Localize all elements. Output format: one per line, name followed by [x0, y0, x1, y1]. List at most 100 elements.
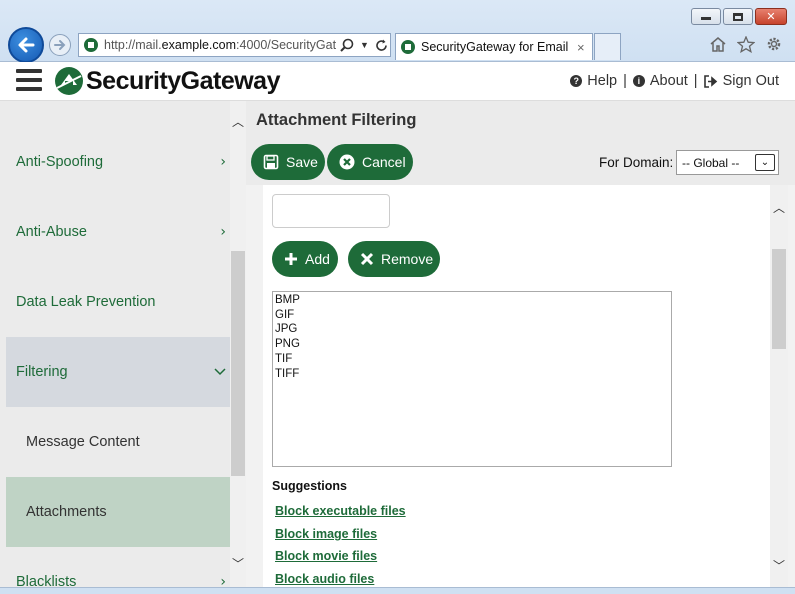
sidebar-item-label: Anti-Spoofing — [16, 154, 104, 170]
remove-x-icon — [360, 251, 374, 267]
sidebar-item-anti-spoofing[interactable]: Anti-Spoofing › — [6, 127, 230, 197]
sidebar-item-label: Message Content — [26, 434, 140, 450]
close-icon: ✕ — [766, 10, 776, 23]
url-text[interactable]: http://mail.example.com:4000/SecurityGat… — [104, 38, 336, 52]
scroll-down-icon[interactable]: ﹀ — [770, 557, 788, 574]
main-panel: Attachment Filtering Save Cancel For Dom… — [246, 101, 795, 587]
sign-out-icon — [703, 74, 717, 88]
add-button[interactable]: Add — [272, 241, 338, 277]
window-bottom-border — [0, 587, 795, 594]
sign-out-link[interactable]: Sign Out — [703, 73, 779, 89]
security-gateway-logo-icon — [55, 67, 83, 95]
list-item[interactable]: TIF — [275, 352, 669, 367]
home-icon[interactable] — [709, 36, 727, 53]
app-header: SecurityGateway ? Help | i About | Sign Ou… — [0, 62, 795, 101]
gear-icon[interactable] — [765, 35, 783, 53]
minimize-button[interactable] — [691, 8, 721, 25]
brand-name: SecurityGateway — [86, 66, 281, 95]
list-item[interactable]: GIF — [275, 308, 669, 323]
content-area: Add Remove BMP GIF JPG PNG TIF TIFF Sugg… — [246, 185, 795, 587]
scroll-down-icon[interactable]: ﹀ — [230, 555, 246, 572]
sign-out-label: Sign Out — [722, 73, 779, 89]
about-label: About — [649, 73, 688, 89]
forward-button[interactable] — [49, 34, 71, 56]
list-item[interactable]: JPG — [275, 322, 669, 337]
sidebar: Anti-Spoofing › Anti-Abuse › Data Leak P… — [0, 101, 246, 587]
scroll-up-icon[interactable]: ︿ — [770, 199, 788, 216]
list-item[interactable]: PNG — [275, 337, 669, 352]
minimize-icon — [701, 17, 711, 20]
browser-chrome: ✕ http://mail.example.com:4000/SecurityG… — [0, 0, 795, 63]
help-link[interactable]: ? Help — [570, 73, 617, 89]
domain-select-value: -- Global -- — [682, 155, 740, 170]
suggestion-image-link[interactable]: Block image files — [275, 527, 377, 541]
header-separator: | — [623, 73, 627, 89]
menu-toggle-icon[interactable] — [16, 69, 42, 91]
attachment-form: Add Remove BMP GIF JPG PNG TIF TIFF Sugg… — [263, 185, 770, 587]
sidebar-item-message-content[interactable]: Message Content — [6, 407, 230, 477]
save-button[interactable]: Save — [251, 144, 325, 180]
back-button[interactable] — [8, 27, 44, 63]
page-title: Attachment Filtering — [256, 111, 417, 129]
save-label: Save — [286, 154, 318, 170]
chevron-right-icon: › — [220, 154, 226, 170]
sidebar-item-anti-abuse[interactable]: Anti-Abuse › — [6, 197, 230, 267]
search-icon[interactable] — [340, 38, 354, 52]
header-separator: | — [693, 73, 698, 89]
domain-label: For Domain: — [599, 155, 674, 170]
plus-icon — [284, 251, 298, 267]
tab-title: SecurityGateway for Email ... — [421, 40, 571, 54]
content-scroll-thumb[interactable] — [772, 249, 786, 349]
sidebar-item-blacklists[interactable]: Blacklists › — [6, 547, 230, 587]
suggestion-audio-link[interactable]: Block audio files — [275, 572, 374, 586]
cancel-label: Cancel — [362, 154, 406, 170]
extension-input[interactable] — [272, 194, 390, 228]
chevron-down-icon: ⌄ — [755, 154, 775, 171]
remove-button[interactable]: Remove — [348, 241, 440, 277]
address-bar[interactable]: http://mail.example.com:4000/SecurityGat… — [78, 33, 391, 57]
back-arrow-icon — [18, 37, 35, 53]
chevron-down-icon — [214, 368, 226, 376]
star-icon[interactable] — [737, 35, 755, 53]
url-prefix: http://mail. — [104, 38, 162, 52]
dropdown-arrow-icon[interactable]: ▼ — [360, 40, 369, 50]
chevron-right-icon: › — [220, 224, 226, 240]
maximize-button[interactable] — [723, 8, 753, 25]
list-item[interactable]: BMP — [275, 293, 669, 308]
sidebar-item-label: Anti-Abuse — [16, 224, 87, 240]
extensions-listbox[interactable]: BMP GIF JPG PNG TIF TIFF — [272, 291, 672, 467]
header-links: ? Help | i About | Sign Out — [570, 73, 779, 89]
scroll-up-icon[interactable]: ︿ — [230, 113, 246, 130]
cancel-button[interactable]: Cancel — [327, 144, 413, 180]
about-link[interactable]: i About — [632, 73, 688, 89]
sidebar-item-data-leak-prevention[interactable]: Data Leak Prevention — [6, 267, 230, 337]
chevron-right-icon: › — [220, 574, 226, 587]
cancel-icon — [339, 154, 355, 170]
remove-label: Remove — [381, 251, 434, 267]
sidebar-item-attachments[interactable]: Attachments — [6, 477, 230, 547]
refresh-icon[interactable] — [375, 39, 388, 52]
sidebar-scrollbar[interactable]: ︿ ﹀ — [230, 101, 246, 587]
site-favicon-icon — [84, 38, 98, 52]
sidebar-item-label: Filtering — [16, 364, 68, 380]
brand-logo[interactable]: SecurityGateway — [54, 66, 281, 96]
tab-close-icon[interactable]: × — [577, 40, 585, 55]
close-window-button[interactable]: ✕ — [755, 8, 787, 25]
content-scrollbar[interactable]: ︿ ﹀ — [770, 185, 788, 587]
help-label: Help — [587, 73, 618, 89]
browser-tab[interactable]: SecurityGateway for Email ... × — [395, 33, 593, 60]
sidebar-item-filtering[interactable]: Filtering — [6, 337, 230, 407]
toolbar: Save Cancel For Domain: -- Global -- ⌄ — [246, 143, 795, 185]
browser-toolbar-icons — [709, 35, 783, 53]
list-item[interactable]: TIFF — [275, 367, 669, 382]
sidebar-item-label: Attachments — [26, 504, 107, 520]
add-label: Add — [305, 251, 330, 267]
suggestions-heading: Suggestions — [272, 479, 348, 493]
suggestion-executable-link[interactable]: Block executable files — [275, 504, 406, 518]
suggestion-movie-link[interactable]: Block movie files — [275, 549, 377, 563]
domain-select[interactable]: -- Global -- ⌄ — [676, 150, 779, 175]
sidebar-scroll-thumb[interactable] — [231, 251, 245, 476]
window-controls: ✕ — [691, 8, 787, 25]
forward-arrow-icon — [54, 40, 66, 50]
new-tab-button[interactable] — [594, 33, 621, 60]
